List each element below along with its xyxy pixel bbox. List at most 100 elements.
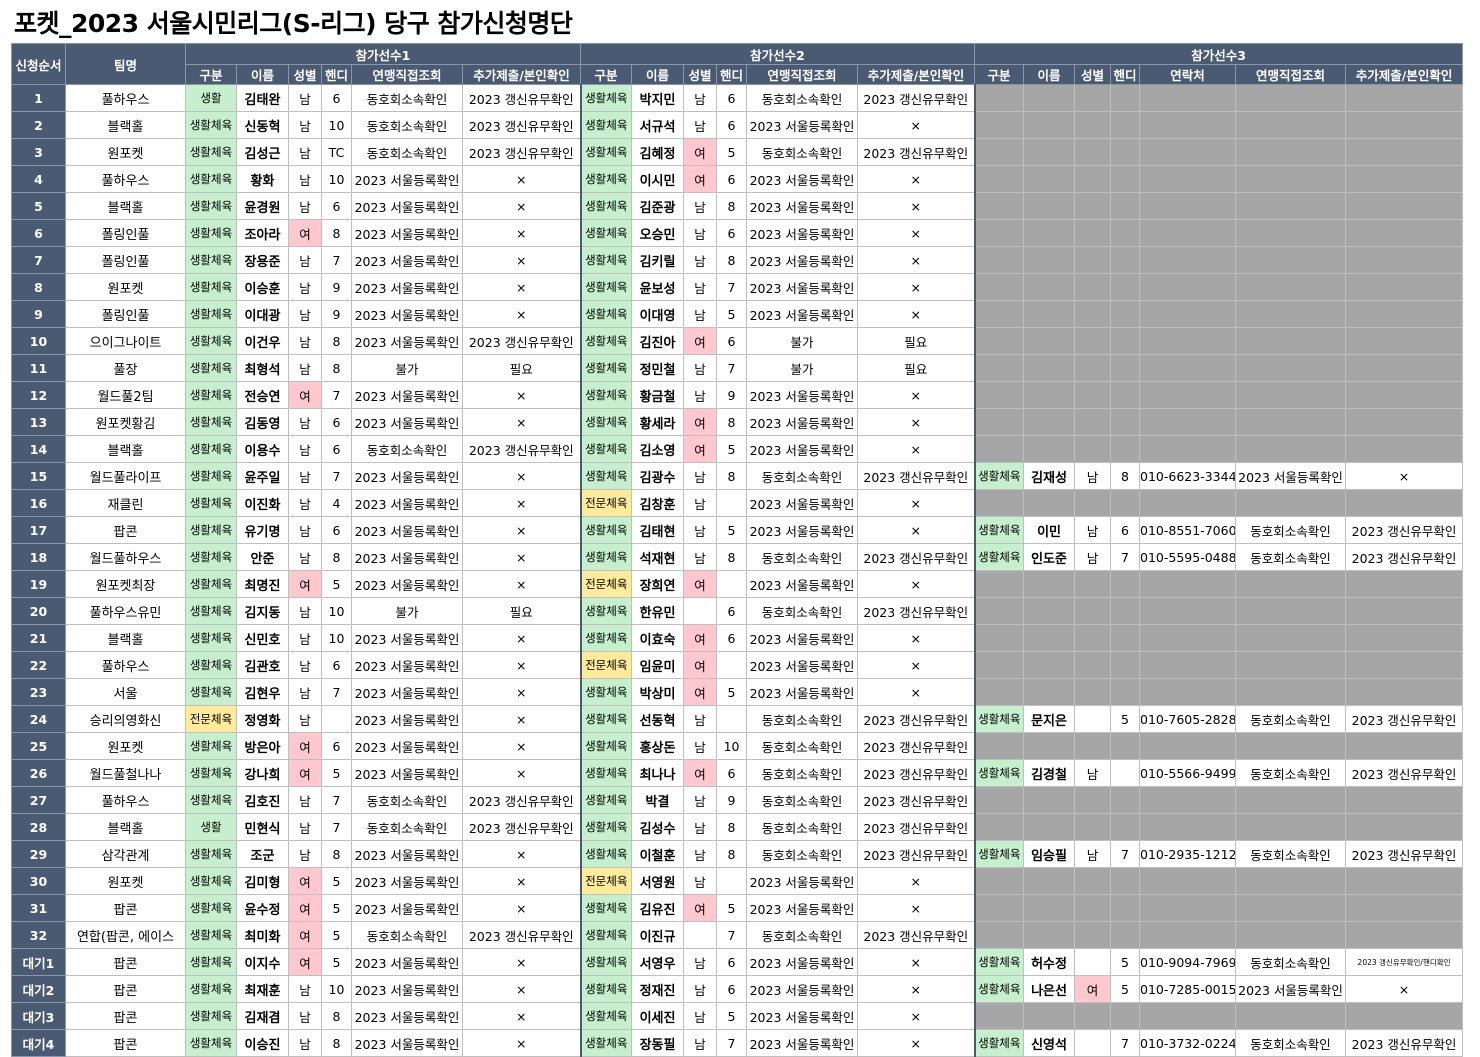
p3-category: 생활체육: [973, 543, 1025, 571]
p2-federation-check: 2023 서울등록확인: [746, 111, 859, 139]
p2-handicap: 8: [716, 192, 748, 220]
p1-additional-check: ×: [461, 489, 582, 517]
p1-name: 신민호: [236, 624, 289, 652]
p3-empty-cell: [1110, 786, 1141, 814]
p3-empty-cell: [1110, 165, 1141, 193]
p1-handicap: 8: [321, 1002, 352, 1030]
p1-additional-check: ×: [461, 948, 582, 976]
p3-empty-cell: [1110, 435, 1141, 463]
p1-name: 이용수: [236, 435, 289, 463]
p3-empty-cell: [1345, 273, 1464, 301]
p1-federation-check: 2023 서울등록확인: [351, 381, 463, 409]
p1-category: 생활체육: [185, 678, 237, 706]
p1-category: 생활체육: [185, 786, 237, 814]
p1-handicap: 10: [321, 597, 352, 625]
p1-category: 생활체육: [185, 435, 237, 463]
p3-category: 생활체육: [973, 840, 1025, 868]
p2-name: 최나나: [631, 759, 685, 787]
p3-empty-cell: [973, 921, 1025, 949]
table-row: 11 풀장 생활체육 최형석 남 8 불가 필요 생활체육 정민철 남 7 불가 필요: [11, 354, 1464, 382]
p3-empty-cell: [1235, 165, 1347, 193]
p2-category: 생활체육: [579, 1002, 633, 1030]
team-cell: 월드풀라이프: [65, 462, 186, 490]
team-cell: 팝콘: [65, 1002, 186, 1030]
seq-cell: 24: [11, 705, 66, 733]
p2-category: 생활체육: [579, 678, 633, 706]
p2-handicap: 7: [716, 1029, 748, 1057]
p3-name: 임승필: [1023, 840, 1076, 868]
p3-empty-cell: [1074, 138, 1112, 166]
p1-gender: 여: [288, 381, 322, 409]
p1-category: 생활체육: [185, 948, 237, 976]
p2-name: 윤보성: [631, 273, 685, 301]
p3-empty-cell: [1139, 192, 1237, 220]
p3-empty-cell: [1345, 381, 1464, 409]
p1-additional-check: ×: [461, 246, 582, 274]
p2-category: 생활체육: [579, 408, 633, 436]
table-row: 16 재클린 생활체육 이진화 남 4 2023 서울등록확인 × 전문체육 김창훈 남 2023 서…: [11, 489, 1464, 517]
p2-gender: 남: [683, 246, 718, 274]
p1-additional-check: 필요: [461, 597, 582, 625]
p1-federation-check: 동호회소속확인: [351, 84, 463, 112]
p3-additional-check: 2023 갱신유무확인: [1345, 705, 1464, 733]
p1-additional-check: ×: [461, 516, 582, 544]
p3-empty-cell: [973, 192, 1025, 220]
team-cell: 폴링인풀: [65, 219, 186, 247]
p2-name: 서영원: [631, 867, 685, 895]
p2-name: 이철훈: [631, 840, 685, 868]
p3-additional-check: ×: [1345, 462, 1464, 490]
p3-empty-cell: [1110, 300, 1141, 328]
p3-empty-cell: [973, 1002, 1025, 1030]
p1-federation-check: 2023 서울등록확인: [351, 543, 463, 571]
team-cell: 블랙홀: [65, 192, 186, 220]
p1-category: 생활체육: [185, 192, 237, 220]
p1-federation-check: 2023 서울등록확인: [351, 894, 463, 922]
p2-handicap: 5: [716, 1002, 748, 1030]
p1-category: 생활체육: [185, 219, 237, 247]
p3-federation-check: 동호회소속확인: [1235, 759, 1347, 787]
p3-empty-cell: [973, 435, 1025, 463]
p3-additional-check: 2023 갱신유무확인/핸디확인: [1345, 948, 1464, 976]
p3-empty-cell: [1139, 489, 1237, 517]
p1-federation-check: 2023 서울등록확인: [351, 948, 463, 976]
p3-name: 문지은: [1023, 705, 1076, 733]
p1-name: 강나희: [236, 759, 289, 787]
p3-empty-cell: [1074, 300, 1112, 328]
p3-empty-cell: [1074, 381, 1112, 409]
p1-additional-check: ×: [461, 678, 582, 706]
p3-empty-cell: [1074, 867, 1112, 895]
p1-handicap: 6: [321, 516, 352, 544]
p1-handicap: 6: [321, 435, 352, 463]
p3-empty-cell: [1235, 327, 1347, 355]
p1-additional-check: ×: [461, 705, 582, 733]
p1-federation-check: 2023 서울등록확인: [351, 246, 463, 274]
table-row: 19 원포켓최장 생활체육 최명진 여 5 2023 서울등록확인 × 전문체육 장희연 여 2023…: [11, 570, 1464, 598]
p1-federation-check: 2023 서울등록확인: [351, 678, 463, 706]
p3-empty-cell: [1023, 597, 1076, 625]
team-cell: 서울: [65, 678, 186, 706]
p3-contact: 010-9094-7969: [1139, 948, 1237, 976]
table-row: 1 풀하우스 생활 김태완 남 6 동호회소속확인 2023 갱신유무확인 생활체육 박지민 남 6 동…: [11, 84, 1464, 112]
p3-empty-cell: [1023, 813, 1076, 841]
p2-name: 김혜정: [631, 138, 685, 166]
header-p2-additional-check: 추가제출/본인확인: [857, 64, 976, 85]
p3-empty-cell: [1110, 381, 1141, 409]
p1-federation-check: 불가: [351, 597, 463, 625]
header-team: 팀명: [65, 43, 186, 85]
table-row: 17 팝콘 생활체육 유기명 남 6 2023 서울등록확인 × 생활체육 김태현 남 5 2023 서…: [11, 516, 1464, 544]
p2-handicap: [716, 570, 748, 598]
p3-empty-cell: [1345, 786, 1464, 814]
p1-category: 생활체육: [185, 651, 237, 679]
p3-empty-cell: [1235, 570, 1347, 598]
p2-gender: 여: [683, 435, 718, 463]
p3-empty-cell: [1139, 786, 1237, 814]
table-row: 14 블랙홀 생활체육 이용수 남 6 동호회소속확인 2023 갱신유무확인 생활체육 김소영 여…: [11, 435, 1464, 463]
p2-category: 생활체육: [579, 840, 633, 868]
p1-name: 이지수: [236, 948, 289, 976]
p2-additional-check: 필요: [857, 354, 976, 382]
p1-gender: 여: [288, 921, 322, 949]
p2-gender: 남: [683, 1002, 718, 1030]
p1-handicap: 6: [321, 651, 352, 679]
p1-handicap: 9: [321, 273, 352, 301]
p1-additional-check: ×: [461, 408, 582, 436]
